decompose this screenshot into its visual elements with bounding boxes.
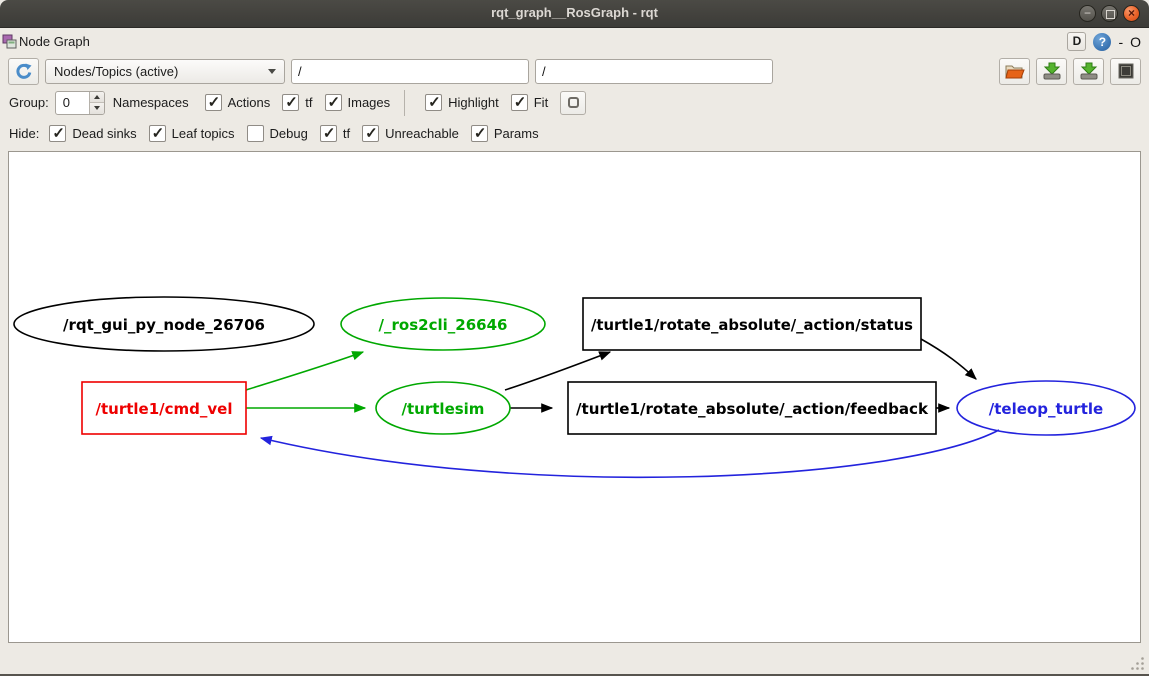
panel-title: Node Graph	[19, 34, 90, 49]
titlebar[interactable]: rqt_graph__RosGraph - rqt − ×	[0, 0, 1149, 28]
collapse-panel-button[interactable]: -	[1118, 33, 1123, 51]
refresh-icon	[15, 62, 33, 80]
highlight-checkbox[interactable]	[425, 94, 442, 111]
edge-cmdvel-to-ros2cli[interactable]	[246, 352, 363, 390]
tf-label: tf	[305, 95, 312, 110]
node-action-status[interactable]: /turtle1/rotate_absolute/_action/status	[583, 298, 921, 350]
toolbar: Nodes/Topics (active)	[0, 55, 1149, 87]
actions-checkbox[interactable]	[205, 94, 222, 111]
tf-checkbox[interactable]	[282, 94, 299, 111]
filter-right-input[interactable]	[535, 59, 773, 84]
fit-checkbox[interactable]	[511, 94, 528, 111]
view-mode-select[interactable]: Nodes/Topics (active)	[45, 59, 285, 84]
node-graph-icon	[2, 34, 17, 49]
leaf-topics-label: Leaf topics	[172, 126, 235, 141]
spin-down-icon[interactable]	[90, 103, 104, 114]
spin-up-icon[interactable]	[90, 92, 104, 104]
node-turtlesim[interactable]: /turtlesim	[376, 382, 510, 434]
maximize-button[interactable]	[1101, 5, 1118, 22]
chevron-down-icon	[268, 69, 276, 74]
checkbox-fit[interactable]: Fit	[511, 94, 548, 111]
graph-canvas[interactable]: /rqt_gui_py_node_26706 /_ros2cli_26646 /…	[8, 151, 1141, 643]
checkbox-highlight[interactable]: Highlight	[425, 94, 499, 111]
hide-label: Hide:	[9, 126, 39, 141]
window-title: rqt_graph__RosGraph - rqt	[0, 5, 1149, 20]
close-button[interactable]: ×	[1123, 5, 1140, 22]
checkbox-tf-show[interactable]: tf	[282, 94, 312, 111]
node-ros2cli-label: /_ros2cli_26646	[379, 316, 508, 334]
separator	[404, 90, 405, 116]
node-cmd-vel[interactable]: /turtle1/cmd_vel	[82, 382, 246, 434]
tf-hide-label: tf	[343, 126, 350, 141]
namespaces-label: Namespaces	[113, 95, 189, 110]
unreachable-label: Unreachable	[385, 126, 459, 141]
status-bar	[0, 643, 1149, 676]
node-teleop-turtle-label: /teleop_turtle	[989, 400, 1103, 418]
dead-sinks-checkbox[interactable]	[49, 125, 66, 142]
image-icon	[1118, 63, 1134, 79]
fit-in-view-icon	[568, 97, 579, 108]
checkbox-unreachable[interactable]: Unreachable	[362, 125, 459, 142]
edge-turtlesim-to-status[interactable]	[505, 352, 610, 390]
folder-open-icon	[1005, 63, 1025, 80]
refresh-button[interactable]	[8, 58, 39, 85]
filter-left-input[interactable]	[291, 59, 529, 84]
highlight-label: Highlight	[448, 95, 499, 110]
load-dot-button[interactable]	[999, 58, 1030, 85]
checkbox-params[interactable]: Params	[471, 125, 539, 142]
node-rqt-gui-py[interactable]: /rqt_gui_py_node_26706	[14, 297, 314, 351]
tf-hide-checkbox[interactable]	[320, 125, 337, 142]
group-value: 0	[56, 92, 89, 114]
checkbox-actions[interactable]: Actions	[205, 94, 271, 111]
node-action-status-label: /turtle1/rotate_absolute/_action/status	[591, 316, 913, 334]
node-ros2cli[interactable]: /_ros2cli_26646	[341, 298, 545, 350]
node-rqt-gui-py-label: /rqt_gui_py_node_26706	[63, 316, 265, 334]
debug-checkbox[interactable]	[247, 125, 264, 142]
dead-sinks-label: Dead sinks	[72, 126, 136, 141]
debug-label: Debug	[270, 126, 308, 141]
checkbox-images[interactable]: Images	[325, 94, 391, 111]
float-panel-button[interactable]: O	[1130, 33, 1141, 51]
group-spinbox[interactable]: 0	[55, 91, 105, 115]
dock-d-button[interactable]: D	[1067, 32, 1086, 51]
save-dot-button[interactable]	[1036, 58, 1067, 85]
node-cmd-vel-label: /turtle1/cmd_vel	[96, 400, 233, 418]
checkbox-tf-hide[interactable]: tf	[320, 125, 350, 142]
window-controls: − ×	[1079, 5, 1140, 22]
resize-grip-icon[interactable]	[1130, 656, 1145, 671]
options-row: Group: 0 Namespaces Actions tf Images Hi…	[0, 87, 1149, 118]
hide-row: Hide: Dead sinks Leaf topics Debug tf Un…	[0, 118, 1149, 149]
node-graph-svg: /rqt_gui_py_node_26706 /_ros2cli_26646 /…	[9, 152, 1139, 642]
checkbox-leaf-topics[interactable]: Leaf topics	[149, 125, 235, 142]
panel-header: Node Graph D ? - O	[0, 28, 1149, 55]
view-mode-value: Nodes/Topics (active)	[54, 64, 268, 79]
images-checkbox[interactable]	[325, 94, 342, 111]
node-teleop-turtle[interactable]: /teleop_turtle	[957, 381, 1135, 435]
actions-label: Actions	[228, 95, 271, 110]
node-turtlesim-label: /turtlesim	[402, 400, 485, 418]
node-action-feedback[interactable]: /turtle1/rotate_absolute/_action/feedbac…	[568, 382, 936, 434]
node-action-feedback-label: /turtle1/rotate_absolute/_action/feedbac…	[576, 400, 929, 418]
fit-in-view-button[interactable]	[560, 91, 586, 115]
params-checkbox[interactable]	[471, 125, 488, 142]
params-label: Params	[494, 126, 539, 141]
save-image-button[interactable]	[1110, 58, 1141, 85]
minimize-button[interactable]: −	[1079, 5, 1096, 22]
group-label: Group:	[9, 95, 49, 110]
save-drive-icon	[1042, 62, 1062, 80]
unreachable-checkbox[interactable]	[362, 125, 379, 142]
help-icon[interactable]: ?	[1093, 33, 1111, 51]
save-svg-button[interactable]	[1073, 58, 1104, 85]
checkbox-debug[interactable]: Debug	[247, 125, 308, 142]
edge-status-to-teleop[interactable]	[921, 339, 976, 379]
rqt-window: rqt_graph__RosGraph - rqt − × Node Graph…	[0, 0, 1149, 676]
checkbox-dead-sinks[interactable]: Dead sinks	[49, 125, 136, 142]
fit-label: Fit	[534, 95, 548, 110]
save-drive-icon	[1079, 62, 1099, 80]
edge-teleop-to-cmdvel[interactable]	[261, 430, 999, 477]
images-label: Images	[348, 95, 391, 110]
leaf-topics-checkbox[interactable]	[149, 125, 166, 142]
